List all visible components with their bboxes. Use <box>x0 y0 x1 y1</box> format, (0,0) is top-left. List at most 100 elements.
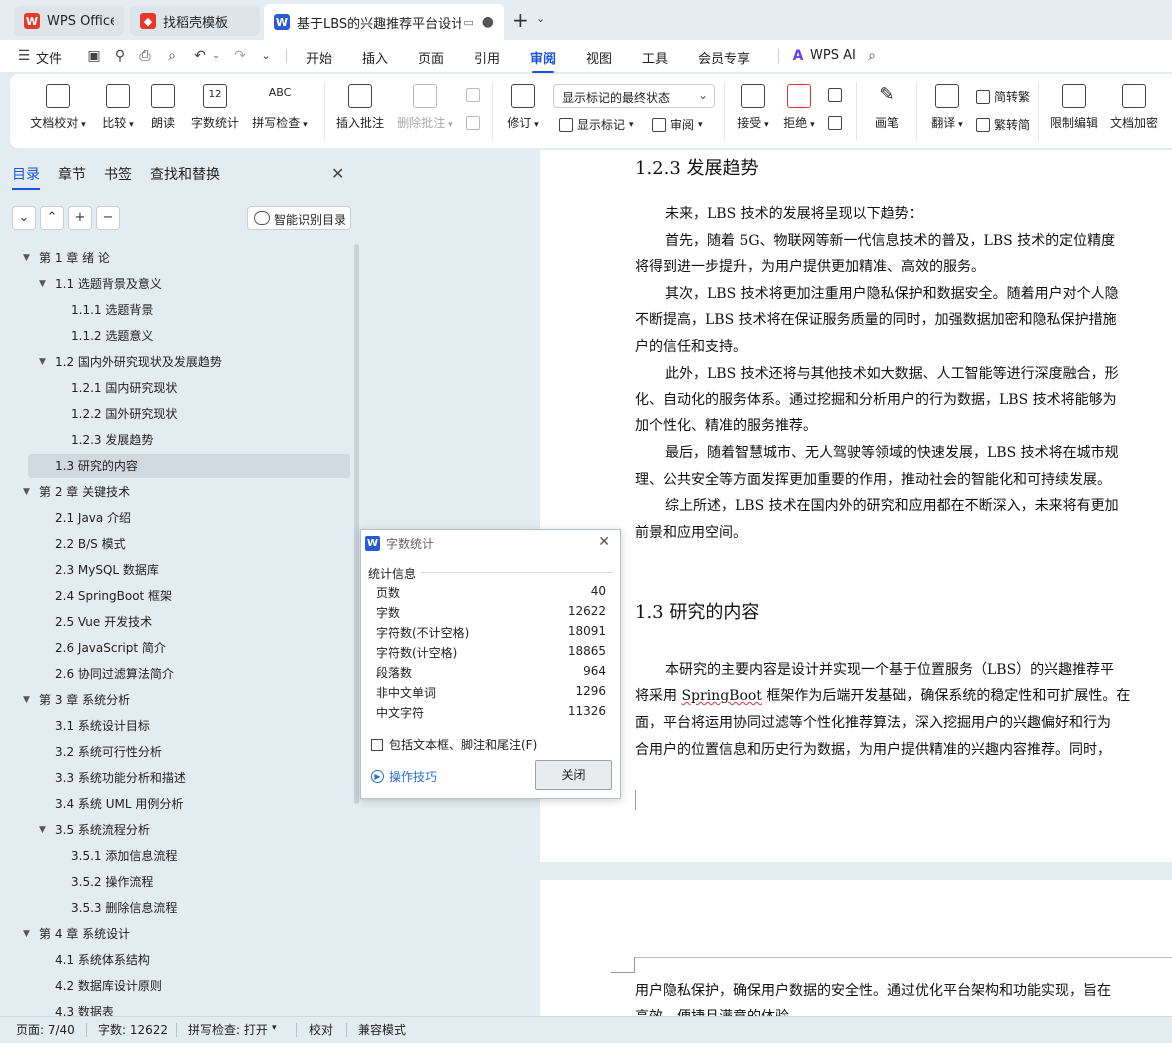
search-icon[interactable]: ⌕ <box>864 48 880 64</box>
status-spell-check[interactable]: 拼写检查: 打开 <box>188 1021 268 1038</box>
toc-item[interactable]: 2.6 协同过滤算法简介 <box>55 662 174 686</box>
toc-item[interactable]: 3.2 系统可行性分析 <box>55 740 162 764</box>
include-footnotes-checkbox[interactable]: 包括文本框、脚注和尾注(F) <box>371 736 537 753</box>
undo-chevron-icon[interactable]: ⌄ <box>208 48 224 64</box>
nav-tab-find-replace[interactable]: 查找和替换 <box>150 164 220 184</box>
wps-ai-logo-icon[interactable]: A <box>790 48 806 64</box>
markup-state-select[interactable]: 显示标记的最终状态 ⌄ <box>553 84 715 108</box>
translate-button[interactable]: 翻译 ▾ <box>928 84 966 131</box>
reject-button[interactable]: 拒绝 ▾ <box>780 84 818 131</box>
read-aloud-button[interactable]: 朗读 <box>148 84 178 131</box>
toc-item[interactable]: 1.2.2 国外研究现状 <box>71 402 177 426</box>
unsaved-dot-icon[interactable]: ● <box>482 14 494 30</box>
toc-item[interactable]: ▼ 3.5 系统流程分析 <box>39 818 150 842</box>
document-page[interactable]: 用户隐私保护，确保用户数据的安全性。通过优化平台架构和功能实现，旨在 高效、便捷… <box>540 880 1172 1016</box>
expand-triangle-icon[interactable]: ▼ <box>39 818 46 842</box>
status-page[interactable]: 页面: 7/40 <box>16 1021 75 1038</box>
next-comment-button[interactable] <box>466 116 480 130</box>
accept-button[interactable]: 接受 ▾ <box>734 84 772 131</box>
toc-item[interactable]: ▼ 第 2 章 关键技术 <box>23 480 130 504</box>
prev-comment-button[interactable] <box>466 88 480 102</box>
toc-item[interactable]: 3.3 系统功能分析和描述 <box>55 766 186 790</box>
compare-button[interactable]: 比较 ▾ <box>96 84 140 131</box>
ink-button[interactable]: ✎ 画笔 <box>870 84 904 131</box>
smart-toc-button[interactable]: 智能识别目录 <box>247 206 351 230</box>
print-icon[interactable]: ⎙ <box>137 48 153 64</box>
delete-comment-button[interactable]: 删除批注 ▾ <box>396 84 454 131</box>
toc-item[interactable]: 2.5 Vue 开发技术 <box>55 610 152 634</box>
toc-item[interactable]: 3.5.3 删除信息流程 <box>71 896 177 920</box>
undo-icon[interactable]: ↶ <box>192 48 208 64</box>
menu-insert[interactable]: 插入 <box>362 48 388 67</box>
spelling-flagged-word[interactable]: SpringBoot <box>681 688 761 704</box>
document-page[interactable]: 1.2.3 发展趋势 未来，LBS 技术的发展将呈现以下趋势： 首先，随着 5G… <box>540 150 1172 862</box>
expand-triangle-icon[interactable]: ▼ <box>39 272 46 296</box>
nav-tab-toc[interactable]: 目录 <box>12 164 40 190</box>
toc-item[interactable]: 3.5.1 添加信息流程 <box>71 844 177 868</box>
remove-heading-icon[interactable]: − <box>96 206 120 230</box>
toc-item[interactable]: ▼ 1.2 国内外研究现状及发展趋势 <box>39 350 222 374</box>
toc-item[interactable]: 2.1 Java 介绍 <box>55 506 131 530</box>
toc-item[interactable]: 1.2.1 国内研究现状 <box>71 376 177 400</box>
link-icon[interactable]: ⚲ <box>112 48 128 64</box>
expand-triangle-icon[interactable]: ▼ <box>23 480 30 504</box>
menu-page[interactable]: 页面 <box>418 48 444 67</box>
next-change-button[interactable] <box>828 116 842 130</box>
toc-item[interactable]: 3.5.2 操作流程 <box>71 870 153 894</box>
new-tab-plus-icon[interactable]: + <box>512 8 529 32</box>
insert-comment-button[interactable]: 插入批注 <box>334 84 386 131</box>
toc-item[interactable]: ▼ 第 1 章 绪 论 <box>23 246 110 270</box>
tab-template[interactable]: ◆ 找稻壳模板 <box>130 6 260 36</box>
add-heading-icon[interactable]: + <box>68 206 92 230</box>
menu-review[interactable]: 审阅 <box>530 48 556 73</box>
menu-view[interactable]: 视图 <box>586 48 612 67</box>
tips-link[interactable]: ▶ 操作技巧 <box>371 768 437 785</box>
toc-item[interactable]: 4.2 数据库设计原则 <box>55 974 162 998</box>
toc-item[interactable]: ▼ 1.1 选题背景及意义 <box>39 272 162 296</box>
status-word-count[interactable]: 字数: 12622 <box>98 1021 168 1038</box>
toc-item[interactable]: 1.1.2 选题意义 <box>71 324 153 348</box>
menu-member[interactable]: 会员专享 <box>698 48 750 67</box>
tab-wps-office[interactable]: W WPS Office <box>14 6 124 36</box>
toc-item[interactable]: 3.4 系统 UML 用例分析 <box>55 792 183 816</box>
restrict-edit-button[interactable]: 限制编辑 <box>1048 84 1100 131</box>
proofread-button[interactable]: 文档校对 ▾ <box>28 84 88 131</box>
toc-item[interactable]: 2.4 SpringBoot 框架 <box>55 584 172 608</box>
toc-item[interactable]: 2.3 MySQL 数据库 <box>55 558 159 582</box>
chevron-down-icon[interactable]: ▾ <box>272 1023 277 1033</box>
toc-item[interactable]: ▼ 第 4 章 系统设计 <box>23 922 130 946</box>
menu-file[interactable]: 文件 <box>36 48 62 67</box>
close-button[interactable]: 关闭 <box>535 760 612 790</box>
close-icon[interactable]: ✕ <box>598 534 610 550</box>
toc-item[interactable]: 3.1 系统设计目标 <box>55 714 150 738</box>
hamburger-icon[interactable]: ☰ <box>16 48 32 64</box>
nav-scrollbar[interactable] <box>354 244 359 804</box>
revise-button[interactable]: 修订 ▾ <box>504 84 542 131</box>
to-simplified-button[interactable]: 繁转简 <box>976 116 1030 133</box>
to-traditional-button[interactable]: 简转繁 <box>976 88 1030 105</box>
expand-triangle-icon[interactable]: ▼ <box>23 246 30 270</box>
toc-item[interactable]: 2.6 JavaScript 简介 <box>55 636 166 660</box>
menu-home[interactable]: 开始 <box>306 48 332 67</box>
nav-tab-sections[interactable]: 章节 <box>58 164 86 184</box>
collapse-chevron-down-icon[interactable]: ⌄ <box>12 206 36 230</box>
status-proofread[interactable]: 校对 <box>309 1021 333 1038</box>
toc-item[interactable]: 1.3 研究的内容 <box>55 454 138 478</box>
expand-triangle-icon[interactable]: ▼ <box>39 350 46 374</box>
encrypt-button[interactable]: 文档加密 <box>1108 84 1160 131</box>
menu-references[interactable]: 引用 <box>474 48 500 67</box>
monitor-icon[interactable]: ▭ <box>463 16 473 29</box>
toc-item[interactable]: ▼ 第 3 章 系统分析 <box>23 688 130 712</box>
print-preview-icon[interactable]: ⌕ <box>164 48 180 64</box>
menu-tools[interactable]: 工具 <box>642 48 668 67</box>
tab-list-chevron-icon[interactable]: ⌄ <box>536 12 545 25</box>
redo-icon[interactable]: ↷ <box>232 48 248 64</box>
toc-item[interactable]: 4.1 系统体系结构 <box>55 948 150 972</box>
expand-triangle-icon[interactable]: ▼ <box>23 688 30 712</box>
expand-chevron-up-icon[interactable]: ⌃ <box>40 206 64 230</box>
spell-check-button[interactable]: ABC 拼写检查 ▾ <box>250 84 310 131</box>
show-markup-button[interactable]: 显示标记 ▾ <box>559 116 634 133</box>
review-pane-button[interactable]: 审阅 ▾ <box>652 116 703 133</box>
toc-item[interactable]: 1.1.1 选题背景 <box>71 298 153 322</box>
tab-document[interactable]: W 基于LBS的兴趣推荐平台设计与 ▭ ● <box>264 4 504 40</box>
